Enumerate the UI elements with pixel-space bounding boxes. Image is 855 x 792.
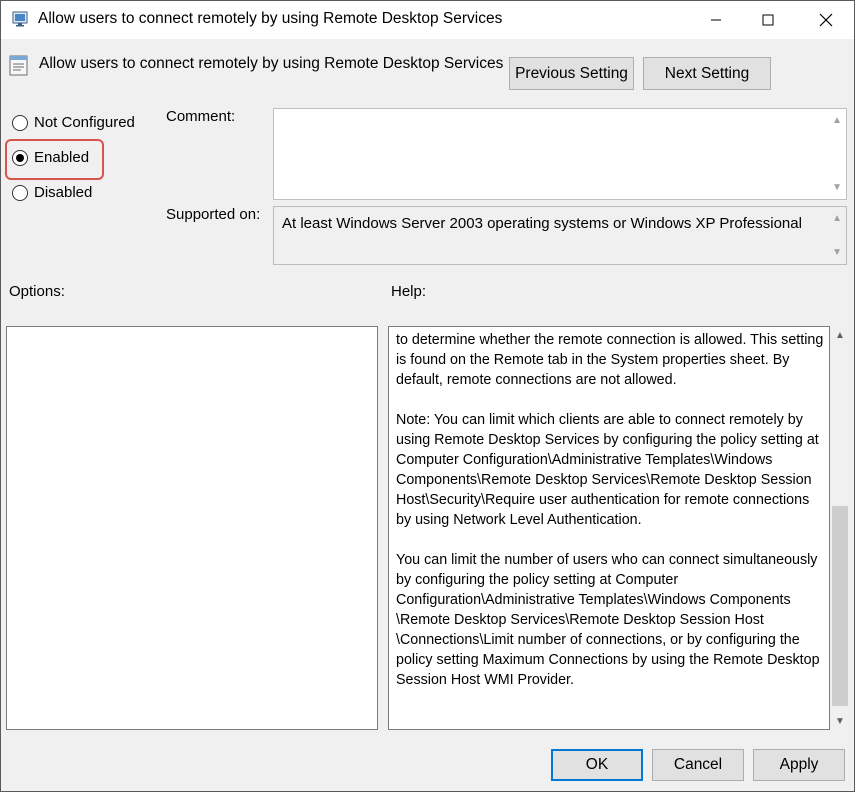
- minimize-button[interactable]: [693, 1, 739, 39]
- supported-on-value: At least Windows Server 2003 operating s…: [282, 215, 802, 232]
- supported-on-label: Supported on:: [166, 206, 261, 223]
- scroll-down-icon: ▼: [832, 247, 842, 258]
- help-scrollbar[interactable]: ▲ ▼: [831, 326, 849, 730]
- options-label: Options:: [9, 283, 65, 300]
- options-panel: [6, 326, 378, 730]
- radio-circle-icon: [12, 184, 28, 201]
- supported-on-field: At least Windows Server 2003 operating s…: [273, 206, 847, 265]
- radio-disabled[interactable]: Disabled: [12, 184, 92, 201]
- cancel-button[interactable]: Cancel: [652, 749, 744, 781]
- close-icon: [819, 13, 833, 27]
- scroll-up-icon[interactable]: ▲: [831, 326, 849, 344]
- scroll-down-icon[interactable]: ▼: [831, 712, 849, 730]
- policy-setting-icon: [9, 55, 29, 77]
- close-button[interactable]: [803, 1, 849, 39]
- comment-field[interactable]: ▲ ▼: [273, 108, 847, 200]
- title-bar[interactable]: Allow users to connect remotely by using…: [1, 1, 854, 39]
- maximize-icon: [762, 14, 774, 26]
- policy-name: Allow users to connect remotely by using…: [39, 55, 504, 72]
- ok-button[interactable]: OK: [551, 749, 643, 781]
- help-paragraph: to determine whether the remote connecti…: [396, 332, 824, 388]
- help-paragraph: You can limit the number of users who ca…: [396, 552, 820, 688]
- minimize-icon: [711, 19, 721, 21]
- radio-circle-icon: [12, 114, 28, 131]
- scroll-down-icon: ▼: [832, 182, 842, 193]
- window-title: Allow users to connect remotely by using…: [38, 10, 503, 27]
- radio-label: Not Configured: [34, 114, 135, 131]
- comment-label: Comment:: [166, 108, 236, 125]
- app-icon: [12, 10, 30, 28]
- apply-button[interactable]: Apply: [753, 749, 845, 781]
- radio-label: Disabled: [34, 184, 93, 201]
- help-panel[interactable]: to determine whether the remote connecti…: [388, 326, 830, 730]
- policy-dialog: Allow users to connect remotely by using…: [0, 0, 855, 792]
- maximize-button[interactable]: [745, 1, 791, 39]
- previous-setting-button[interactable]: Previous Setting: [509, 57, 634, 90]
- help-text: to determine whether the remote connecti…: [396, 330, 824, 710]
- enabled-highlight-box: [5, 139, 104, 180]
- scrollbar-thumb[interactable]: [832, 506, 848, 706]
- scroll-up-icon: ▲: [832, 213, 842, 224]
- scroll-up-icon: ▲: [832, 115, 842, 126]
- help-paragraph: Note: You can limit which clients are ab…: [396, 412, 819, 528]
- next-setting-button[interactable]: Next Setting: [643, 57, 771, 90]
- radio-not-configured[interactable]: Not Configured: [12, 114, 135, 131]
- help-label: Help:: [391, 283, 427, 300]
